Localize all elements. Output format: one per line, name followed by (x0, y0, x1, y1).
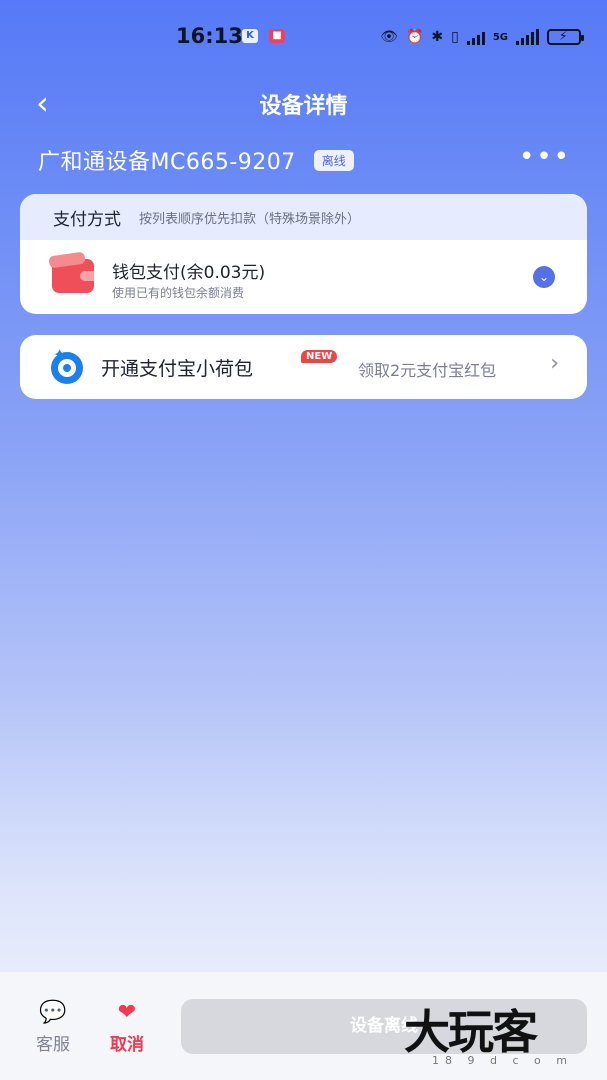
payment-section-header: 支付方式 按列表顺序优先扣款（特殊场景除外） (20, 194, 587, 240)
customer-service-label: 客服 (36, 1035, 70, 1055)
status-time: 16:13 (176, 24, 243, 48)
page-title: 设备详情 (259, 94, 348, 119)
alipay-promo-card[interactable]: ✦ 开通支付宝小荷包 NEW 领取2元支付宝红包 › (20, 335, 587, 399)
payment-method-name: 钱包支付(余0.03元) (112, 263, 266, 283)
payment-method-description: 使用已有的钱包余额消费 (112, 286, 245, 300)
app-notification-icon: K (242, 29, 258, 43)
payment-section-title: 支付方式 (53, 209, 121, 230)
alipay-title: 开通支付宝小荷包 (101, 358, 254, 380)
bluetooth-icon: ✱ (431, 29, 444, 45)
wifi-signal-icon (466, 29, 485, 45)
payment-method-card: 支付方式 按列表顺序优先扣款（特殊场景除外） 钱包支付(余0.03元) 使用已有… (20, 194, 587, 314)
status-bar: 16:13 K ■ 👁 ⏰ ✱ ▯ 5G ⚡ (0, 0, 607, 74)
chevron-down-icon[interactable]: ⌄ (533, 266, 555, 288)
eye-icon: 👁 (380, 29, 398, 45)
alipay-promo-text: 领取2元支付宝红包 (358, 361, 497, 380)
cellular-signal-icon (516, 29, 539, 45)
cancel-label: 取消 (110, 1035, 144, 1055)
status-indicators: 👁 ⏰ ✱ ▯ 5G ⚡ (380, 26, 584, 48)
book-notification-icon: ■ (269, 29, 285, 43)
device-name: 广和通设备MC665-9207 (38, 150, 296, 175)
heart-icon: ❤ (117, 1000, 137, 1025)
vibrate-icon: ▯ (451, 29, 459, 45)
payment-section-hint: 按列表顺序优先扣款（特殊场景除外） (139, 211, 361, 227)
wallet-icon (52, 259, 94, 293)
network-type-label: 5G (492, 31, 508, 43)
wallet-payment-option[interactable]: 钱包支付(余0.03元) 使用已有的钱包余额消费 ⌄ (20, 240, 587, 314)
device-info-row: 广和通设备MC665-9207 离线 ••• (38, 142, 577, 178)
chat-bubble-icon: 💬 (39, 1000, 67, 1025)
alarm-icon: ⏰ (405, 29, 424, 45)
customer-service-button[interactable]: 💬 客服 (28, 1000, 78, 1055)
status-badge: 离线 (313, 149, 354, 171)
watermark-subtext: 18 9 d c o m (432, 1054, 573, 1067)
more-horizontal-icon[interactable]: ••• (519, 144, 571, 170)
battery-icon: ⚡ (547, 29, 584, 45)
sparkle-icon: ✦ (53, 345, 67, 364)
watermark-logo: 大玩客 (404, 1005, 538, 1059)
chevron-right-icon: › (550, 351, 559, 376)
cancel-button[interactable]: ❤ 取消 (102, 1000, 152, 1055)
new-badge: NEW (301, 350, 338, 363)
